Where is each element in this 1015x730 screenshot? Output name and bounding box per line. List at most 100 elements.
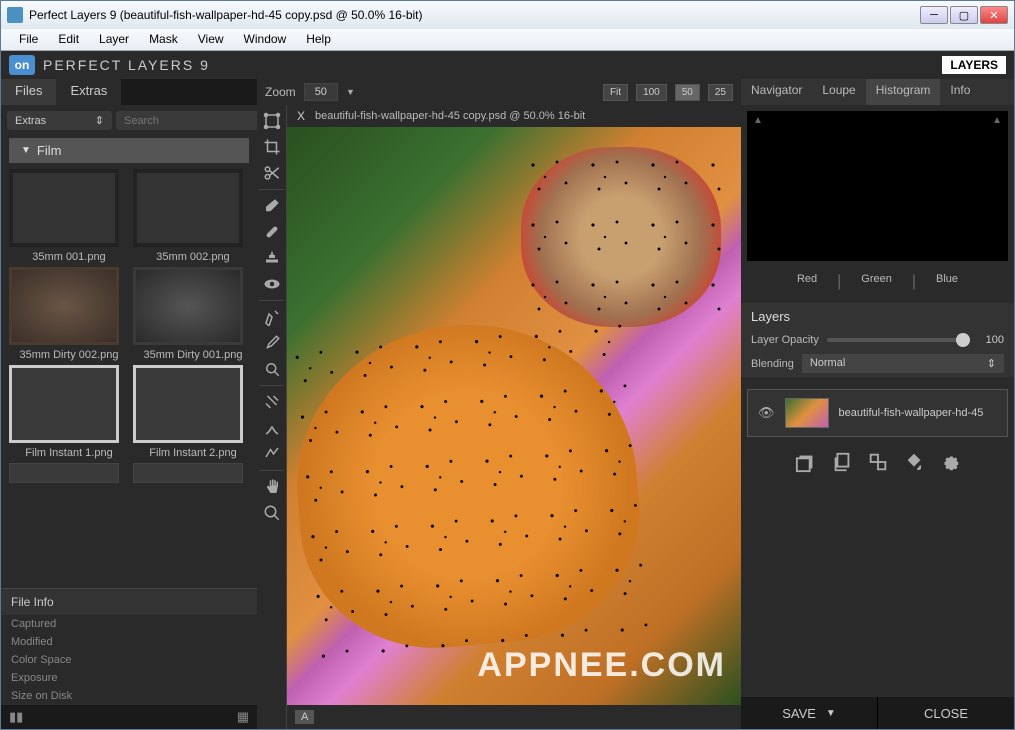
tab-loupe[interactable]: Loupe (812, 79, 865, 105)
menu-help[interactable]: Help (296, 29, 341, 50)
opacity-slider[interactable] (827, 338, 970, 342)
category-film[interactable]: ▼ Film (9, 138, 249, 163)
transform-tool-icon[interactable] (260, 109, 284, 133)
grid-view-icon[interactable]: ▦ (237, 709, 249, 725)
tab-files[interactable]: Files (1, 79, 56, 105)
menubar: File Edit Layer Mask View Window Help (1, 29, 1014, 51)
search-input[interactable] (116, 111, 274, 130)
tab-histogram[interactable]: Histogram (866, 79, 941, 105)
zoom-25-button[interactable]: 25 (708, 84, 733, 101)
thumbnail-image (133, 463, 243, 483)
zoom-100-button[interactable]: 100 (636, 84, 667, 101)
zoom-label: Zoom (265, 85, 296, 99)
new-layer-icon[interactable] (795, 451, 817, 478)
center-panel: Zoom 50 ▼ Fit 100 50 25 (257, 79, 741, 729)
rgb-blue: Blue (936, 273, 958, 291)
zoom-50-button[interactable]: 50 (675, 84, 700, 101)
file-info-captured: Captured (1, 615, 257, 633)
bucket-tool-icon[interactable] (260, 357, 284, 381)
blur-tool-icon[interactable] (260, 416, 284, 440)
redeye-tool-icon[interactable] (260, 272, 284, 296)
titlebar-text: Perfect Layers 9 (beautiful-fish-wallpap… (29, 8, 920, 22)
tab-navigator[interactable]: Navigator (741, 79, 812, 105)
thumb-item[interactable] (133, 463, 253, 487)
extras-filter-select[interactable]: Extras⇕ (7, 111, 112, 130)
menu-file[interactable]: File (9, 29, 48, 50)
watermark-text: APPNEE.COM (477, 646, 726, 685)
tab-info[interactable]: Info (940, 79, 980, 105)
thumb-item[interactable]: 35mm Dirty 001.png (133, 267, 253, 361)
menu-view[interactable]: View (188, 29, 234, 50)
rgb-red: Red (797, 273, 817, 291)
brush-tool-icon[interactable] (260, 331, 284, 355)
thumb-item[interactable] (9, 463, 129, 487)
left-panel: Files Extras Extras⇕ ✕ ▼ Film 35mm 001.p… (1, 79, 257, 729)
file-info-panel: File Info Captured Modified Color Space … (1, 588, 257, 705)
color-fill-icon[interactable] (903, 451, 925, 478)
menu-layer[interactable]: Layer (89, 29, 139, 50)
canvas-image[interactable]: APPNEE.COM (287, 127, 741, 705)
thumbnail-image (133, 267, 243, 345)
histogram-left-arrow-icon[interactable]: ▲ (753, 115, 763, 126)
histogram-right-arrow-icon[interactable]: ▲ (992, 115, 1002, 126)
layer-item[interactable]: 👁 beautiful-fish-wallpaper-hd-45 (747, 389, 1008, 437)
blend-mode-select[interactable]: Normal⇕ (802, 354, 1004, 373)
footer-mode-indicator[interactable]: A (295, 710, 314, 724)
duplicate-layer-icon[interactable] (831, 451, 853, 478)
menu-mask[interactable]: Mask (139, 29, 188, 50)
maximize-button[interactable]: ▢ (950, 6, 978, 24)
menu-edit[interactable]: Edit (48, 29, 89, 50)
trim-tool-icon[interactable] (260, 161, 284, 185)
close-document-icon[interactable]: X (297, 109, 305, 123)
layer-thumbnail (785, 398, 829, 428)
clone-stamp-tool-icon[interactable] (260, 246, 284, 270)
opacity-label: Layer Opacity (751, 334, 819, 346)
merge-layer-icon[interactable] (867, 451, 889, 478)
slider-handle[interactable] (956, 333, 970, 347)
file-info-exposure: Exposure (1, 669, 257, 687)
chevron-down-icon[interactable]: ▼ (346, 87, 355, 97)
file-info-modified: Modified (1, 633, 257, 651)
blend-label: Blending (751, 358, 794, 370)
thumb-item[interactable]: Film Instant 1.png (9, 365, 129, 459)
thumbnail-image (9, 365, 119, 443)
gear-icon[interactable] (939, 451, 961, 478)
image-content (287, 311, 650, 659)
layer-name: beautiful-fish-wallpaper-hd-45 (839, 407, 984, 419)
layers-panel-header: Layers (741, 303, 1014, 330)
chevron-down-icon: ▼ (826, 708, 836, 719)
chevron-down-icon: ▼ (21, 145, 31, 156)
opacity-value[interactable]: 100 (978, 334, 1004, 346)
tab-extras[interactable]: Extras (56, 79, 121, 105)
mask-brush-tool-icon[interactable] (260, 305, 284, 329)
hand-tool-icon[interactable] (260, 475, 284, 499)
chevron-updown-icon: ⇕ (95, 114, 104, 127)
close-window-button[interactable]: ✕ (980, 6, 1008, 24)
column-view-icon[interactable]: ▮▮ (9, 709, 23, 725)
crop-tool-icon[interactable] (260, 135, 284, 159)
save-button[interactable]: SAVE ▼ (741, 697, 878, 729)
close-button[interactable]: CLOSE (878, 697, 1014, 729)
heal-tool-icon[interactable] (260, 220, 284, 244)
minimize-button[interactable]: ─ (920, 6, 948, 24)
thumb-item[interactable]: 35mm 001.png (9, 169, 129, 263)
eraser-tool-icon[interactable] (260, 194, 284, 218)
left-footer: ▮▮ ▦ (1, 705, 257, 729)
canvas-area: X beautiful-fish-wallpaper-hd-45 copy.ps… (287, 105, 741, 729)
menu-window[interactable]: Window (234, 29, 297, 50)
histogram-display: ▲ ▲ (747, 111, 1008, 261)
thumb-item[interactable]: 35mm Dirty 002.png (9, 267, 129, 361)
zoom-value-input[interactable]: 50 (304, 83, 338, 101)
visibility-eye-icon[interactable]: 👁 (758, 405, 775, 421)
rgb-green: Green (861, 273, 892, 291)
zoom-tool-icon[interactable] (260, 501, 284, 525)
thumb-item[interactable]: 35mm 002.png (133, 169, 253, 263)
extras-thumbnails[interactable]: 35mm 001.png 35mm 002.png 35mm Dirty 002… (1, 165, 257, 588)
layers-mode-button[interactable]: LAYERS (942, 56, 1006, 74)
brand-logo: on (9, 55, 35, 75)
thumb-item[interactable]: Film Instant 2.png (133, 365, 253, 459)
thumbnail-image (9, 267, 119, 345)
refine-tool-icon[interactable] (260, 442, 284, 466)
chisel-tool-icon[interactable] (260, 390, 284, 414)
zoom-fit-button[interactable]: Fit (603, 84, 628, 101)
